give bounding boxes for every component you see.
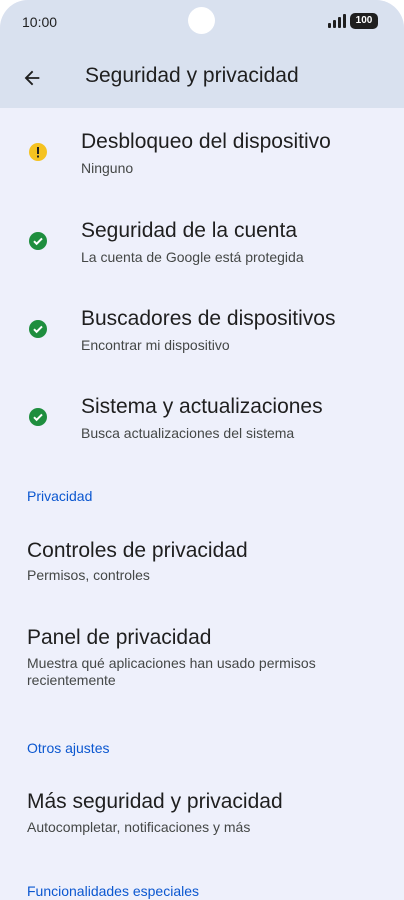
list-item-system-updates[interactable]: Sistema y actualizaciones Busca actualiz… xyxy=(0,393,404,453)
exclamation-icon xyxy=(29,143,47,161)
item-title: Panel de privacidad xyxy=(27,626,212,649)
page-title: Seguridad y privacidad xyxy=(85,64,299,87)
check-icon xyxy=(29,232,47,250)
list-item-privacy-controls[interactable]: Controles de privacidad Permisos, contro… xyxy=(0,537,404,587)
item-subtitle: Encontrar mi dispositivo xyxy=(81,337,230,353)
item-subtitle: Permisos, controles xyxy=(27,567,150,583)
camera-cutout xyxy=(188,7,215,34)
item-subtitle: Autocompletar, notificaciones y más xyxy=(27,819,251,835)
header: 10:00 100 Seguridad y privacidad xyxy=(0,0,404,108)
item-title: Desbloqueo del dispositivo xyxy=(81,130,331,153)
section-header-privacy: Privacidad xyxy=(27,488,93,504)
phone-screen: 10:00 100 Seguridad y privacidad Desbloq… xyxy=(0,0,404,900)
list-item-account-security[interactable]: Seguridad de la cuenta La cuenta de Goog… xyxy=(0,217,404,277)
list-item-device-unlock[interactable]: Desbloqueo del dispositivo Ninguno xyxy=(0,128,404,188)
item-subtitle: Busca actualizaciones del sistema xyxy=(81,425,295,441)
status-time: 10:00 xyxy=(22,14,58,30)
back-button[interactable] xyxy=(14,60,50,96)
section-header-other-settings: Otros ajustes xyxy=(27,740,110,756)
item-title: Buscadores de dispositivos xyxy=(81,307,336,330)
item-title: Sistema y actualizaciones xyxy=(81,395,323,418)
item-title: Más seguridad y privacidad xyxy=(27,790,283,813)
arrow-left-icon xyxy=(24,70,40,86)
list-item-privacy-dashboard[interactable]: Panel de privacidad Muestra qué aplicaci… xyxy=(0,624,404,694)
signal-icon xyxy=(328,14,346,28)
item-title: Seguridad de la cuenta xyxy=(81,219,297,242)
battery-icon: 100 xyxy=(350,13,378,29)
section-header-special-features: Funcionalidades especiales xyxy=(27,883,199,899)
check-icon xyxy=(29,320,47,338)
list-item-device-finders[interactable]: Buscadores de dispositivos Encontrar mi … xyxy=(0,305,404,365)
check-icon xyxy=(29,408,47,426)
item-subtitle: Muestra qué aplicaciones han usado permi… xyxy=(27,655,316,688)
item-title: Controles de privacidad xyxy=(27,539,248,562)
list-item-more-security[interactable]: Más seguridad y privacidad Autocompletar… xyxy=(0,788,404,838)
item-subtitle: Ninguno xyxy=(81,160,134,176)
item-subtitle: La cuenta de Google está protegida xyxy=(81,249,304,265)
